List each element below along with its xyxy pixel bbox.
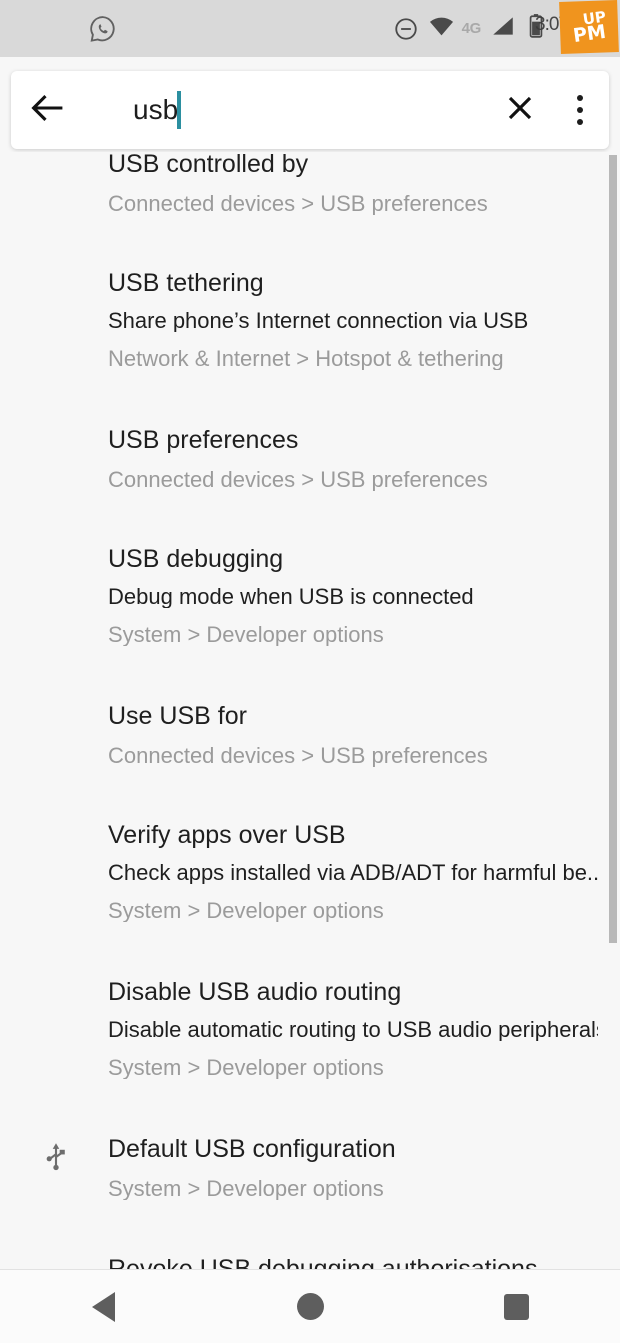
nav-recents-button[interactable] xyxy=(413,1270,620,1343)
nav-home-button[interactable] xyxy=(207,1270,414,1343)
search-result-item[interactable]: Verify apps over USB Check apps installe… xyxy=(0,823,620,922)
result-breadcrumb: Connected devices > USB preferences xyxy=(108,469,598,491)
result-title: Default USB configuration xyxy=(108,1137,598,1162)
result-breadcrumb: Network & Internet > Hotspot & tethering xyxy=(108,348,598,370)
search-result-item[interactable]: USB debugging Debug mode when USB is con… xyxy=(0,547,620,646)
result-title: USB debugging xyxy=(108,547,598,572)
scrollbar-track[interactable] xyxy=(608,152,620,1272)
search-result-item[interactable]: USB tethering Share phone’s Internet con… xyxy=(0,271,620,370)
do-not-disturb-icon xyxy=(393,16,419,42)
result-summary: Check apps installed via ADB/ADT for har… xyxy=(108,862,598,884)
search-results-list[interactable]: USB controlled by Connected devices > US… xyxy=(0,152,620,1272)
search-result-item[interactable]: Default USB configuration System > Devel… xyxy=(0,1137,620,1200)
result-summary: Debug mode when USB is connected xyxy=(108,586,598,608)
clear-search-button[interactable] xyxy=(489,71,551,149)
result-breadcrumb: Connected devices > USB preferences xyxy=(108,193,598,215)
network-type-label: 4G xyxy=(462,20,481,37)
result-summary: Disable automatic routing to USB audio p… xyxy=(108,1019,598,1041)
wifi-icon xyxy=(428,15,455,42)
result-breadcrumb: System > Developer options xyxy=(108,900,598,922)
result-title: Disable USB audio routing xyxy=(108,980,598,1005)
triangle-back-icon xyxy=(92,1292,115,1322)
overflow-menu-button[interactable] xyxy=(551,71,609,149)
result-title: USB tethering xyxy=(108,271,598,296)
cellular-signal-icon xyxy=(490,15,516,42)
text-cursor xyxy=(177,91,181,129)
result-breadcrumb: System > Developer options xyxy=(108,1178,598,1200)
result-breadcrumb: System > Developer options xyxy=(108,624,598,646)
pm-up-watermark-logo: UP PM xyxy=(559,0,619,54)
result-title: Verify apps over USB xyxy=(108,823,598,848)
circle-home-icon xyxy=(297,1293,324,1320)
search-input-wrapper[interactable] xyxy=(85,71,489,149)
close-icon xyxy=(504,92,536,129)
system-navigation-bar xyxy=(0,1270,620,1343)
search-result-item[interactable]: Disable USB audio routing Disable automa… xyxy=(0,980,620,1079)
square-recents-icon xyxy=(504,1294,529,1320)
nav-back-button[interactable] xyxy=(0,1270,207,1343)
watermark-line-pm: PM xyxy=(570,23,609,44)
result-title: USB controlled by xyxy=(108,152,598,177)
result-title: Use USB for xyxy=(108,704,598,729)
scrollbar-thumb[interactable] xyxy=(609,155,617,943)
android-settings-search-screen: 4G 3:07 UP PM xyxy=(0,0,620,1343)
more-vertical-icon xyxy=(577,95,583,125)
result-summary: Share phone’s Internet connection via US… xyxy=(108,310,598,332)
search-result-item[interactable]: Use USB for Connected devices > USB pref… xyxy=(0,704,620,767)
result-breadcrumb: System > Developer options xyxy=(108,1057,598,1079)
result-breadcrumb: Connected devices > USB preferences xyxy=(108,745,598,767)
status-bar: 4G 3:07 UP PM xyxy=(0,0,620,57)
search-result-item[interactable]: USB controlled by Connected devices > US… xyxy=(0,152,620,215)
whatsapp-icon xyxy=(88,14,118,44)
status-bar-notifications xyxy=(0,14,118,44)
search-result-item[interactable]: USB preferences Connected devices > USB … xyxy=(0,428,620,491)
arrow-left-icon xyxy=(30,93,66,128)
back-button[interactable] xyxy=(11,71,85,149)
usb-icon xyxy=(38,1139,74,1175)
search-bar xyxy=(11,71,609,149)
result-title: USB preferences xyxy=(108,428,598,453)
